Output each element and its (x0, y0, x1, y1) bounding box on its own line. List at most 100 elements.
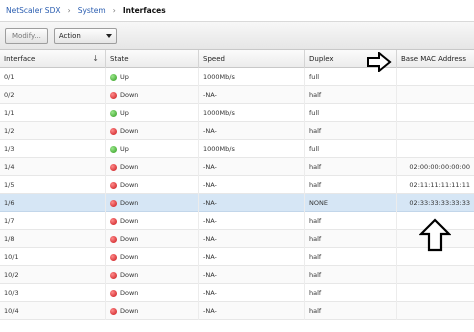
cell-interface: 0/1 (0, 68, 106, 86)
column-header-speed[interactable]: Speed (199, 50, 305, 68)
cell-base-mac-address: 02:11:11:11:11:11 (409, 181, 470, 189)
cell-speed: -NA- (199, 122, 305, 140)
breadcrumb-item-system[interactable]: System (78, 6, 106, 15)
table-row[interactable]: 10/2 Down -NA-half (0, 266, 474, 284)
cell-interface: 10/2 (0, 266, 106, 284)
chevron-down-icon (105, 33, 112, 38)
cell-base-mac-address: 02:00:00:00:00:00 (409, 163, 470, 171)
state-label: Up (120, 145, 129, 153)
cell-base-mac-address (397, 302, 474, 320)
toolbar: Modify... Action (0, 22, 474, 50)
state-label: Down (120, 127, 139, 135)
cell-state: Down (106, 122, 199, 140)
cell-interface: 1/3 (0, 140, 106, 158)
outline-arrow-right-icon (367, 52, 392, 72)
table-row[interactable]: 1/8 Down -NA-half (0, 230, 474, 248)
cell-interface: 1/4 (0, 158, 106, 176)
cell-base-mac-address (397, 68, 474, 86)
red-status-dot-icon (110, 199, 117, 207)
state-label: Down (120, 235, 139, 243)
column-header-base-mac-address[interactable]: Base MAC Address (397, 50, 474, 68)
cell-duplex: half (305, 176, 397, 194)
state-label: Down (120, 199, 139, 207)
cell-duplex: full (305, 104, 397, 122)
table-row[interactable]: 1/6 Down -NA- NONE 02:33:33:33:33:33 (0, 194, 474, 212)
cell-speed: 1000Mb/s (199, 68, 305, 86)
cell-speed: -NA- (199, 86, 305, 104)
table-row[interactable]: 1/2 Down -NA-half (0, 122, 474, 140)
cell-speed: -NA- (199, 302, 305, 320)
cell-state: Down (106, 266, 199, 284)
cell-base-mac-address (397, 86, 474, 104)
state-label: Down (120, 307, 139, 315)
action-dropdown-label: Action (58, 31, 81, 40)
cell-interface: 1/5 (0, 176, 106, 194)
outline-arrow-up-icon (419, 218, 451, 252)
table-row[interactable]: 1/4 Down -NA-half 02:00:00:00:00:00 (0, 158, 474, 176)
cell-duplex: half (305, 158, 397, 176)
sort-descending-arrow-icon: ↓ (92, 54, 99, 63)
breadcrumb-current-page: Interfaces (122, 6, 166, 15)
table-row[interactable]: 1/1 Up 1000Mb/s full (0, 104, 474, 122)
cell-state: Down (106, 194, 199, 212)
interfaces-table: Interface ↓ State Speed Duplex Base MAC … (0, 50, 474, 332)
cell-speed: -NA- (199, 158, 305, 176)
table-row[interactable]: 0/1 Up 1000Mb/s full (0, 68, 474, 86)
action-dropdown[interactable]: Action (53, 27, 117, 44)
state-label: Down (120, 253, 139, 261)
cell-speed: -NA- (199, 266, 305, 284)
modify-button[interactable]: Modify... (5, 27, 48, 44)
table-header: Interface ↓ State Speed Duplex Base MAC … (0, 50, 474, 68)
breadcrumb-item-netscaler-sdx[interactable]: NetScaler SDX (6, 6, 61, 15)
cell-state: Down (106, 86, 199, 104)
column-header-state[interactable]: State (106, 50, 199, 68)
cell-base-mac-address (397, 284, 474, 302)
red-status-dot-icon (110, 271, 117, 279)
column-header-interface[interactable]: Interface ↓ (0, 50, 106, 68)
state-label: Up (120, 109, 129, 117)
cell-interface: 1/8 (0, 230, 106, 248)
red-status-dot-icon (110, 217, 117, 225)
table-row[interactable]: 10/1 Down -NA-half (0, 248, 474, 266)
state-label: Up (120, 73, 129, 81)
cell-state: Down (106, 176, 199, 194)
cell-state: Down (106, 212, 199, 230)
cell-interface: 1/6 (0, 194, 106, 212)
cell-interface: 1/7 (0, 212, 106, 230)
state-label: Down (120, 91, 139, 99)
cell-interface: 10/3 (0, 284, 106, 302)
cell-base-mac-address (397, 266, 474, 284)
table-row[interactable]: 1/7 Down -NA-half (0, 212, 474, 230)
breadcrumb-separator: › (112, 6, 116, 15)
breadcrumb: NetScaler SDX › System › Interfaces (0, 0, 474, 22)
red-status-dot-icon (110, 307, 117, 315)
table-row[interactable]: 10/4 Down -NA-half (0, 302, 474, 320)
cell-interface: 10/1 (0, 248, 106, 266)
cell-state: Down (106, 248, 199, 266)
cell-speed: -NA- (199, 176, 305, 194)
cell-interface: 10/4 (0, 302, 106, 320)
table-row[interactable]: 0/2 Down -NA-half (0, 86, 474, 104)
cell-speed: 1000Mb/s (199, 104, 305, 122)
cell-base-mac-address (397, 140, 474, 158)
cell-speed: 1000Mb/s (199, 140, 305, 158)
state-label: Down (120, 289, 139, 297)
cell-interface: 1/2 (0, 122, 106, 140)
breadcrumb-separator: › (67, 6, 71, 15)
table-row[interactable]: 10/3 Down -NA-half (0, 284, 474, 302)
cell-duplex: half (305, 284, 397, 302)
cell-speed: -NA- (199, 248, 305, 266)
state-label: Down (120, 181, 139, 189)
cell-duplex: half (305, 86, 397, 104)
cell-state: Down (106, 230, 199, 248)
cell-state: Down (106, 302, 199, 320)
green-status-dot-icon (110, 109, 117, 117)
green-status-dot-icon (110, 145, 117, 153)
cell-speed: -NA- (199, 194, 305, 212)
cell-duplex: half (305, 248, 397, 266)
red-status-dot-icon (110, 289, 117, 297)
table-row[interactable]: 1/5 Down -NA-half 02:11:11:11:11:11 (0, 176, 474, 194)
cell-duplex: half (305, 212, 397, 230)
cell-duplex: half (305, 122, 397, 140)
table-row[interactable]: 1/3 Up 1000Mb/s full (0, 140, 474, 158)
